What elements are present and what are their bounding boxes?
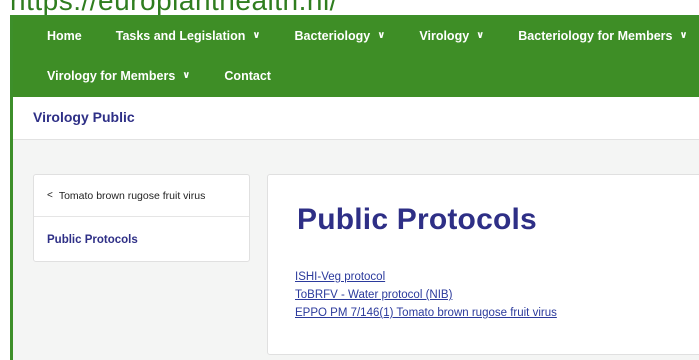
chevron-left-icon: < <box>47 190 53 201</box>
nav-row-2: Virology for Members ∨ Contact <box>13 57 271 95</box>
section-title: Virology Public <box>33 109 135 125</box>
sidebar-back-label: Tomato brown rugose fruit virus <box>58 189 206 202</box>
chevron-down-icon: ∨ <box>679 29 688 41</box>
sidebar-item-public-protocols[interactable]: Public Protocols <box>47 234 138 246</box>
url-text: https://europlanthealth.nl/ <box>10 0 338 15</box>
nav-item-label: Home <box>47 29 82 43</box>
nav-item-contact[interactable]: Contact <box>224 69 271 83</box>
page-title: Public Protocols <box>297 203 537 236</box>
protocol-links-list: ISHI-Veg protocol ToBRFV - Water protoco… <box>295 268 557 322</box>
nav-item-label: Bacteriology for Members <box>518 29 673 43</box>
address-bar[interactable]: https://europlanthealth.nl/ <box>0 0 699 15</box>
nav-item-label: Bacteriology <box>294 29 371 43</box>
main-navigation: Home Tasks and Legislation ∨ Bacteriolog… <box>13 17 699 97</box>
content-card: Public Protocols ISHI-Veg protocol ToBRF… <box>267 174 699 355</box>
nav-item-tasks-and-legislation[interactable]: Tasks and Legislation ∨ <box>116 29 261 43</box>
nav-item-home[interactable]: Home <box>47 29 82 43</box>
chevron-down-icon: ∨ <box>377 29 386 41</box>
protocol-link-tobrfv-water[interactable]: ToBRFV - Water protocol (NIB) <box>295 286 557 304</box>
chevron-down-icon: ∨ <box>182 69 191 81</box>
nav-item-bacteriology-for-members[interactable]: Bacteriology for Members ∨ <box>518 29 687 43</box>
nav-item-virology[interactable]: Virology ∨ <box>419 29 484 43</box>
sidebar-nav: < Tomato brown rugose fruit virus Public… <box>33 174 250 262</box>
section-header: Virology Public <box>13 97 699 140</box>
nav-row-1: Home Tasks and Legislation ∨ Bacteriolog… <box>13 17 688 55</box>
sidebar-back-link[interactable]: < Tomato brown rugose fruit virus <box>34 175 249 217</box>
nav-item-label: Virology for Members <box>47 69 176 83</box>
nav-item-virology-for-members[interactable]: Virology for Members ∨ <box>47 69 190 83</box>
chevron-down-icon: ∨ <box>252 29 261 41</box>
nav-item-label: Contact <box>224 69 271 83</box>
protocol-link-eppo-pm7-146[interactable]: EPPO PM 7/146(1) Tomato brown rugose fru… <box>295 304 557 322</box>
nav-item-label: Virology <box>419 29 470 43</box>
nav-item-label: Tasks and Legislation <box>115 29 246 43</box>
chevron-down-icon: ∨ <box>476 29 485 41</box>
protocol-link-ishi-veg[interactable]: ISHI-Veg protocol <box>295 268 557 286</box>
nav-item-bacteriology[interactable]: Bacteriology ∨ <box>295 29 386 43</box>
